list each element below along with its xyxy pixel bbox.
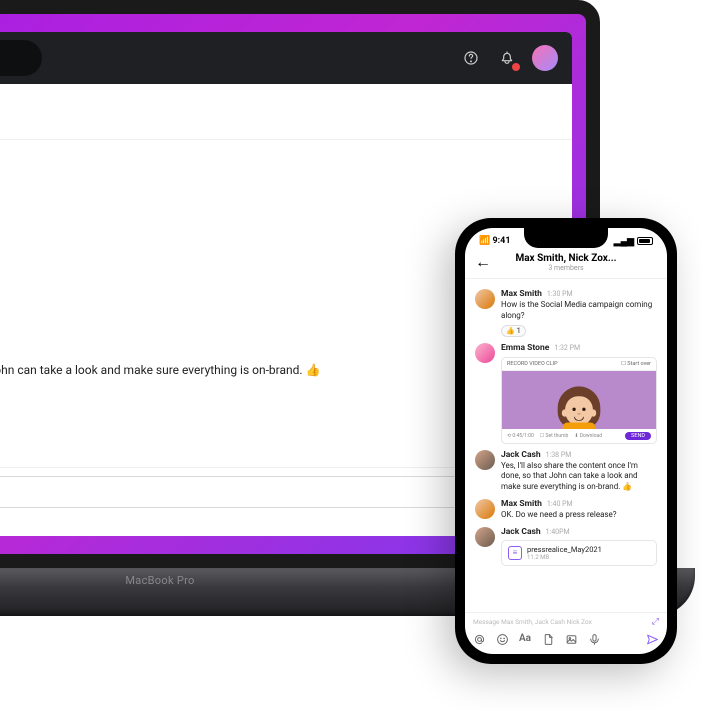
message-row: Jack Cash 1:40PM ≡ pressrealice_May2021 …	[475, 527, 657, 566]
video-thumbnail	[502, 371, 656, 429]
reaction-thumbs-up[interactable]: 👍1	[501, 325, 526, 337]
phone-notch	[524, 228, 608, 248]
message-row: Max Smith 1:30 PM How is the Social Medi…	[475, 289, 657, 337]
conversation-title: Max Smith, Nick Zox...	[493, 253, 639, 264]
message-row: Jack Cash 1:38 PM Yes, I'll also share t…	[475, 450, 657, 493]
card-title: RECORD VIDEO CLIP	[507, 361, 558, 367]
emoji-icon[interactable]	[496, 633, 509, 646]
message-time: 1:30 PM	[0, 154, 558, 165]
search-input[interactable]	[0, 51, 28, 66]
message-time: 1:32 PM	[554, 344, 580, 352]
message-time: 1:30 PM	[547, 290, 573, 298]
message-thread: Max Smith 1:30 PM How is the Social Medi…	[465, 279, 667, 612]
battery-icon	[637, 237, 653, 245]
download-button[interactable]: ⬇ Download	[574, 433, 602, 439]
message-row: Max Smith 1:40 PM OK. Do we need a press…	[475, 499, 657, 521]
back-button[interactable]: ←	[475, 252, 493, 272]
sender-name: Max Smith	[501, 499, 542, 509]
wifi-icon: ▂▄▆	[614, 236, 634, 247]
mention-icon[interactable]	[473, 633, 486, 646]
compose-input[interactable]: Message Max Smith, Jack Cash Nick Zox	[473, 618, 592, 626]
start-over-button[interactable]: ☐ Start over	[621, 361, 651, 367]
sender-name: Max Smith	[501, 289, 542, 299]
avatar[interactable]	[475, 450, 495, 470]
send-button[interactable]: SEND	[625, 432, 651, 440]
conversation-title: h, Nick Zox...	[0, 84, 572, 140]
video-clip-card[interactable]: RECORD VIDEO CLIP ☐ Start over ⟲ 0:45/1:…	[501, 357, 657, 444]
sender-name: Jack Cash	[501, 527, 541, 537]
desktop-topbar	[0, 32, 572, 84]
file-name: pressrealice_May2021	[527, 545, 602, 554]
message-time: 1:38 PM	[546, 451, 572, 459]
user-avatar[interactable]	[532, 45, 558, 71]
member-count: 3 members	[493, 264, 639, 272]
laptop-model-label: MacBook Pro	[125, 574, 194, 587]
message-text: How is the Social Media campaign coming …	[501, 300, 657, 322]
set-thumb-button[interactable]: ☐ Set thumb	[540, 433, 569, 439]
search-bar[interactable]	[0, 40, 42, 76]
notifications-icon[interactable]	[496, 47, 518, 69]
message-text: Social Media campaign coming along?	[0, 167, 558, 184]
expand-icon[interactable]: ⤢	[652, 617, 659, 627]
sender-name: Jack Cash	[501, 450, 541, 460]
mic-icon[interactable]	[588, 633, 601, 646]
image-icon[interactable]	[565, 633, 578, 646]
phone-device: 📶 9:41 ▂▄▆ ← Max Smith, Nick Zox... 3 me…	[455, 218, 677, 664]
notification-dot	[512, 63, 520, 71]
message-time: 1:40PM	[546, 528, 570, 536]
file-size: 11.2 MB	[527, 554, 602, 561]
compose-area: Message Max Smith, Jack Cash Nick Zox ⤢ …	[465, 612, 667, 654]
avatar[interactable]	[475, 289, 495, 309]
document-icon[interactable]	[542, 633, 555, 646]
avatar[interactable]	[475, 343, 495, 363]
message-row: Emma Stone 1:32 PM RECORD VIDEO CLIP ☐ S…	[475, 343, 657, 444]
send-icon[interactable]	[646, 633, 659, 646]
phone-header: ← Max Smith, Nick Zox... 3 members	[465, 250, 667, 279]
help-icon[interactable]	[460, 47, 482, 69]
format-icon[interactable]: Aa	[519, 633, 532, 646]
message-time: 1:40 PM	[547, 500, 573, 508]
avatar[interactable]	[475, 527, 495, 547]
file-attachment[interactable]: ≡ pressrealice_May2021 11.2 MB	[501, 540, 657, 566]
video-timer: ⟲ 0:45/1:00	[507, 433, 534, 439]
file-icon: ≡	[508, 546, 522, 560]
message-text: OK. Do we need a press release?	[501, 510, 657, 521]
signal-icon: 📶 9:41	[479, 236, 510, 246]
avatar[interactable]	[475, 499, 495, 519]
message-text: Yes, I'll also share the content once I'…	[501, 461, 657, 493]
sender-name: Emma Stone	[501, 343, 549, 353]
